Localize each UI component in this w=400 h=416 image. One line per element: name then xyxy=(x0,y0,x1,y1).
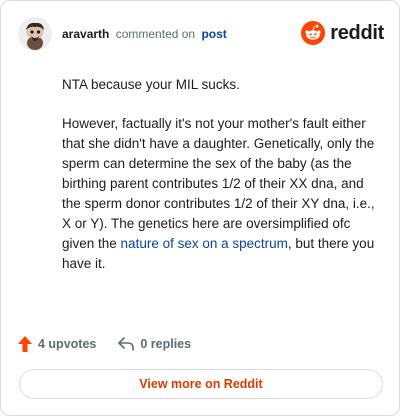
user-avatar[interactable] xyxy=(18,17,52,51)
comment-byline: aravarth commented on post xyxy=(62,27,227,41)
embedded-comment-card: aravarth commented on post reddit NTA be… xyxy=(0,0,400,416)
comment-header: aravarth commented on post reddit xyxy=(18,15,388,55)
username-link[interactable]: aravarth xyxy=(62,27,109,41)
reply-count: 0 replies xyxy=(140,337,192,351)
comment-body: NTA because your MIL sucks. However, fac… xyxy=(62,75,382,293)
reddit-wordmark: reddit xyxy=(330,21,384,44)
comment-paragraph: NTA because your MIL sucks. xyxy=(62,77,240,92)
snoo-avatar-icon xyxy=(18,17,52,51)
reply-arrow-icon xyxy=(118,337,135,351)
byline-verb: commented on xyxy=(115,27,196,41)
reply-button[interactable]: 0 replies xyxy=(118,337,191,351)
view-more-button[interactable]: View more on Reddit xyxy=(19,369,383,399)
inline-link[interactable]: nature of sex on a spectrum xyxy=(121,236,288,251)
upvote-count: 4 upvotes xyxy=(38,337,97,351)
upvote-button[interactable]: 4 upvotes xyxy=(18,336,96,352)
reddit-logo-icon xyxy=(301,21,326,45)
comment-text: However, factually it's not your mother'… xyxy=(62,116,375,251)
reddit-logo[interactable]: reddit xyxy=(301,21,384,45)
upvote-arrow-icon xyxy=(18,336,32,352)
comment-paragraph: However, factually it's not your mother'… xyxy=(62,114,382,274)
comment-actions: 4 upvotes 0 replies xyxy=(18,333,213,355)
post-link[interactable]: post xyxy=(201,27,226,41)
